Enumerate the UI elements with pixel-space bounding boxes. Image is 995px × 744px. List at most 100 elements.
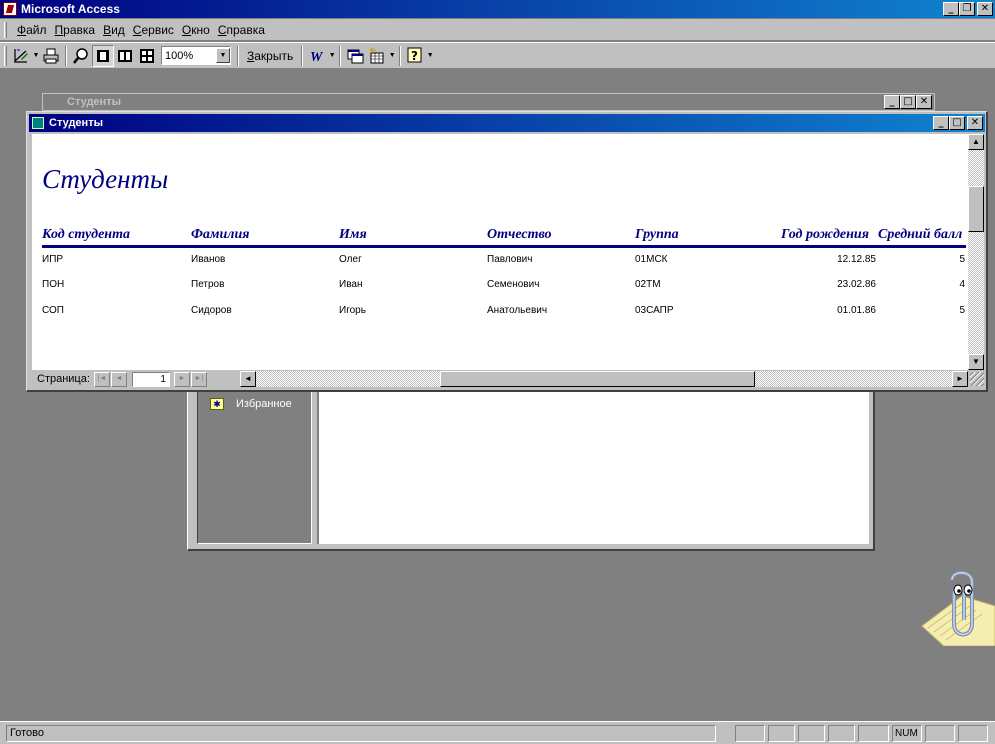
toolbar-separator: [301, 45, 304, 66]
toolbar-separator: [399, 45, 402, 66]
zoom-value: 100%: [165, 49, 194, 62]
background-close-button[interactable]: ✕: [916, 95, 932, 109]
database-window: ✱ Избранное: [187, 388, 875, 551]
app-restore-button[interactable]: ❐: [959, 2, 975, 16]
menu-tools[interactable]: Сервис: [129, 23, 178, 37]
status-panel: [828, 725, 855, 742]
column-header-code: Код студента: [42, 227, 130, 242]
app-close-button[interactable]: ✕: [977, 2, 993, 16]
first-page-icon[interactable]: |◄: [93, 371, 110, 387]
column-header-birth-date: Год рождения: [781, 227, 869, 242]
report-heading: Студенты: [42, 164, 169, 194]
app-minimize-button[interactable]: _: [943, 2, 959, 16]
access-app-icon[interactable]: [3, 2, 17, 16]
toolbar-grip[interactable]: [4, 45, 7, 66]
cell-avg-score: 5: [959, 305, 965, 316]
scroll-left-arrow-icon[interactable]: ◄: [240, 371, 256, 387]
vertical-scroll-thumb[interactable]: [968, 186, 984, 232]
menu-window[interactable]: Окно: [178, 23, 214, 37]
cell-birth-date: 12.12.85: [837, 254, 876, 265]
database-window-icon: [347, 49, 364, 63]
cell-code: ИПР: [42, 254, 64, 265]
horizontal-scroll-thumb[interactable]: [440, 371, 755, 387]
new-object-dropdown-arrow[interactable]: ▼: [388, 52, 396, 59]
zoom-dropdown-arrow[interactable]: ▼: [216, 48, 230, 63]
favorites-group[interactable]: ✱ Избранное: [210, 398, 292, 410]
menu-view[interactable]: Вид: [99, 23, 129, 37]
two-pages-icon: [118, 49, 132, 62]
scroll-down-arrow-icon[interactable]: ▼: [968, 354, 984, 370]
help-button[interactable]: ?: [404, 45, 426, 67]
office-links-icon: W: [310, 50, 324, 65]
toolbar-separator: [65, 45, 67, 66]
zoom-button[interactable]: [70, 45, 92, 67]
scroll-up-arrow-icon[interactable]: ▲: [968, 134, 984, 150]
report-maximize-button[interactable]: □: [949, 116, 965, 130]
report-preview-page[interactable]: Студенты Код студента Фамилия Имя Отчест…: [32, 134, 968, 370]
menu-edit[interactable]: Правка: [51, 23, 100, 37]
zoom-select[interactable]: 100% ▼: [161, 46, 231, 65]
office-assistant-icon[interactable]: [914, 566, 995, 646]
app-title-bar[interactable]: Microsoft Access _ ❐ ✕: [0, 0, 995, 18]
background-minimize-button[interactable]: _: [884, 95, 900, 109]
page-number-input[interactable]: 1: [131, 371, 170, 387]
favorites-folder-icon: ✱: [210, 398, 224, 410]
cell-patronymic: Анатольевич: [487, 305, 548, 316]
background-window-title-bar[interactable]: Студенты _ □ ✕: [42, 93, 935, 111]
next-page-icon[interactable]: ►: [173, 371, 190, 387]
database-window-button[interactable]: [344, 45, 366, 67]
report-window: Студенты _ □ ✕ Студенты Код студента Фам…: [26, 111, 988, 392]
menu-file[interactable]: Файл: [13, 23, 51, 37]
background-maximize-button[interactable]: □: [900, 95, 916, 109]
view-dropdown-arrow[interactable]: ▼: [32, 52, 40, 59]
status-panel: [798, 725, 825, 742]
report-minimize-button[interactable]: _: [933, 116, 949, 130]
cell-patronymic: Семенович: [487, 279, 540, 290]
help-dropdown-arrow[interactable]: ▼: [426, 52, 434, 59]
new-object-button[interactable]: [366, 45, 388, 67]
cell-group: 03САПР: [635, 305, 674, 316]
print-preview-toolbar: ▼ 100% ▼ Закрыть W ▼ ▼ ? ▼: [0, 42, 995, 69]
resize-grip-icon[interactable]: [970, 372, 984, 386]
table-row: СОП Сидоров Игорь Анатольевич 03САПР 01.…: [32, 305, 968, 321]
column-header-patronymic: Отчество: [487, 227, 552, 242]
app-title: Microsoft Access: [21, 2, 120, 16]
last-page-icon[interactable]: ►|: [190, 371, 207, 387]
page-label: Страница:: [37, 373, 90, 385]
cell-birth-date: 01.01.86: [837, 305, 876, 316]
column-header-avg-score: Средний балл: [878, 227, 963, 242]
table-row: ИПР Иванов Олег Павлович 01МСК 12.12.85 …: [32, 254, 968, 270]
cell-group: 01МСК: [635, 254, 668, 265]
menu-help[interactable]: Справка: [214, 23, 269, 37]
page-navigation-bar: Страница: |◄ ◄ 1 ► ►| ◄ ►: [32, 370, 984, 388]
print-button[interactable]: [40, 45, 62, 67]
cell-first-name: Олег: [339, 254, 362, 265]
cell-code: ПОН: [42, 279, 65, 290]
report-title-bar[interactable]: Студенты _ □ ✕: [29, 114, 985, 132]
one-page-button[interactable]: [92, 44, 114, 67]
column-header-last-name: Фамилия: [191, 227, 250, 242]
cell-avg-score: 4: [959, 279, 965, 290]
status-panel: [958, 725, 988, 742]
multiple-pages-button[interactable]: [136, 45, 158, 67]
office-links-dropdown-arrow[interactable]: ▼: [328, 52, 336, 59]
report-close-button[interactable]: ✕: [967, 116, 983, 130]
close-preview-button[interactable]: Закрыть: [242, 45, 298, 67]
cell-first-name: Иван: [339, 279, 363, 290]
report-window-icon[interactable]: [32, 117, 44, 129]
two-pages-button[interactable]: [114, 45, 136, 67]
scroll-right-arrow-icon[interactable]: ►: [952, 371, 968, 387]
previous-page-icon[interactable]: ◄: [110, 371, 127, 387]
database-objects-list[interactable]: [317, 388, 869, 544]
office-links-button[interactable]: W: [306, 45, 328, 67]
cell-group: 02ТМ: [635, 279, 661, 290]
menu-bar: Файл Правка Вид Сервис Окно Справка: [0, 19, 995, 41]
report-window-title: Студенты: [49, 117, 103, 129]
database-objects-panel: ✱ Избранное: [197, 388, 312, 544]
menu-grip[interactable]: [4, 21, 7, 38]
svg-text:?: ?: [411, 49, 418, 63]
design-view-button[interactable]: [10, 45, 32, 67]
vertical-scrollbar[interactable]: ▲ ▼: [968, 134, 984, 370]
horizontal-scrollbar[interactable]: ◄ ►: [240, 371, 968, 387]
cell-patronymic: Павлович: [487, 254, 533, 265]
